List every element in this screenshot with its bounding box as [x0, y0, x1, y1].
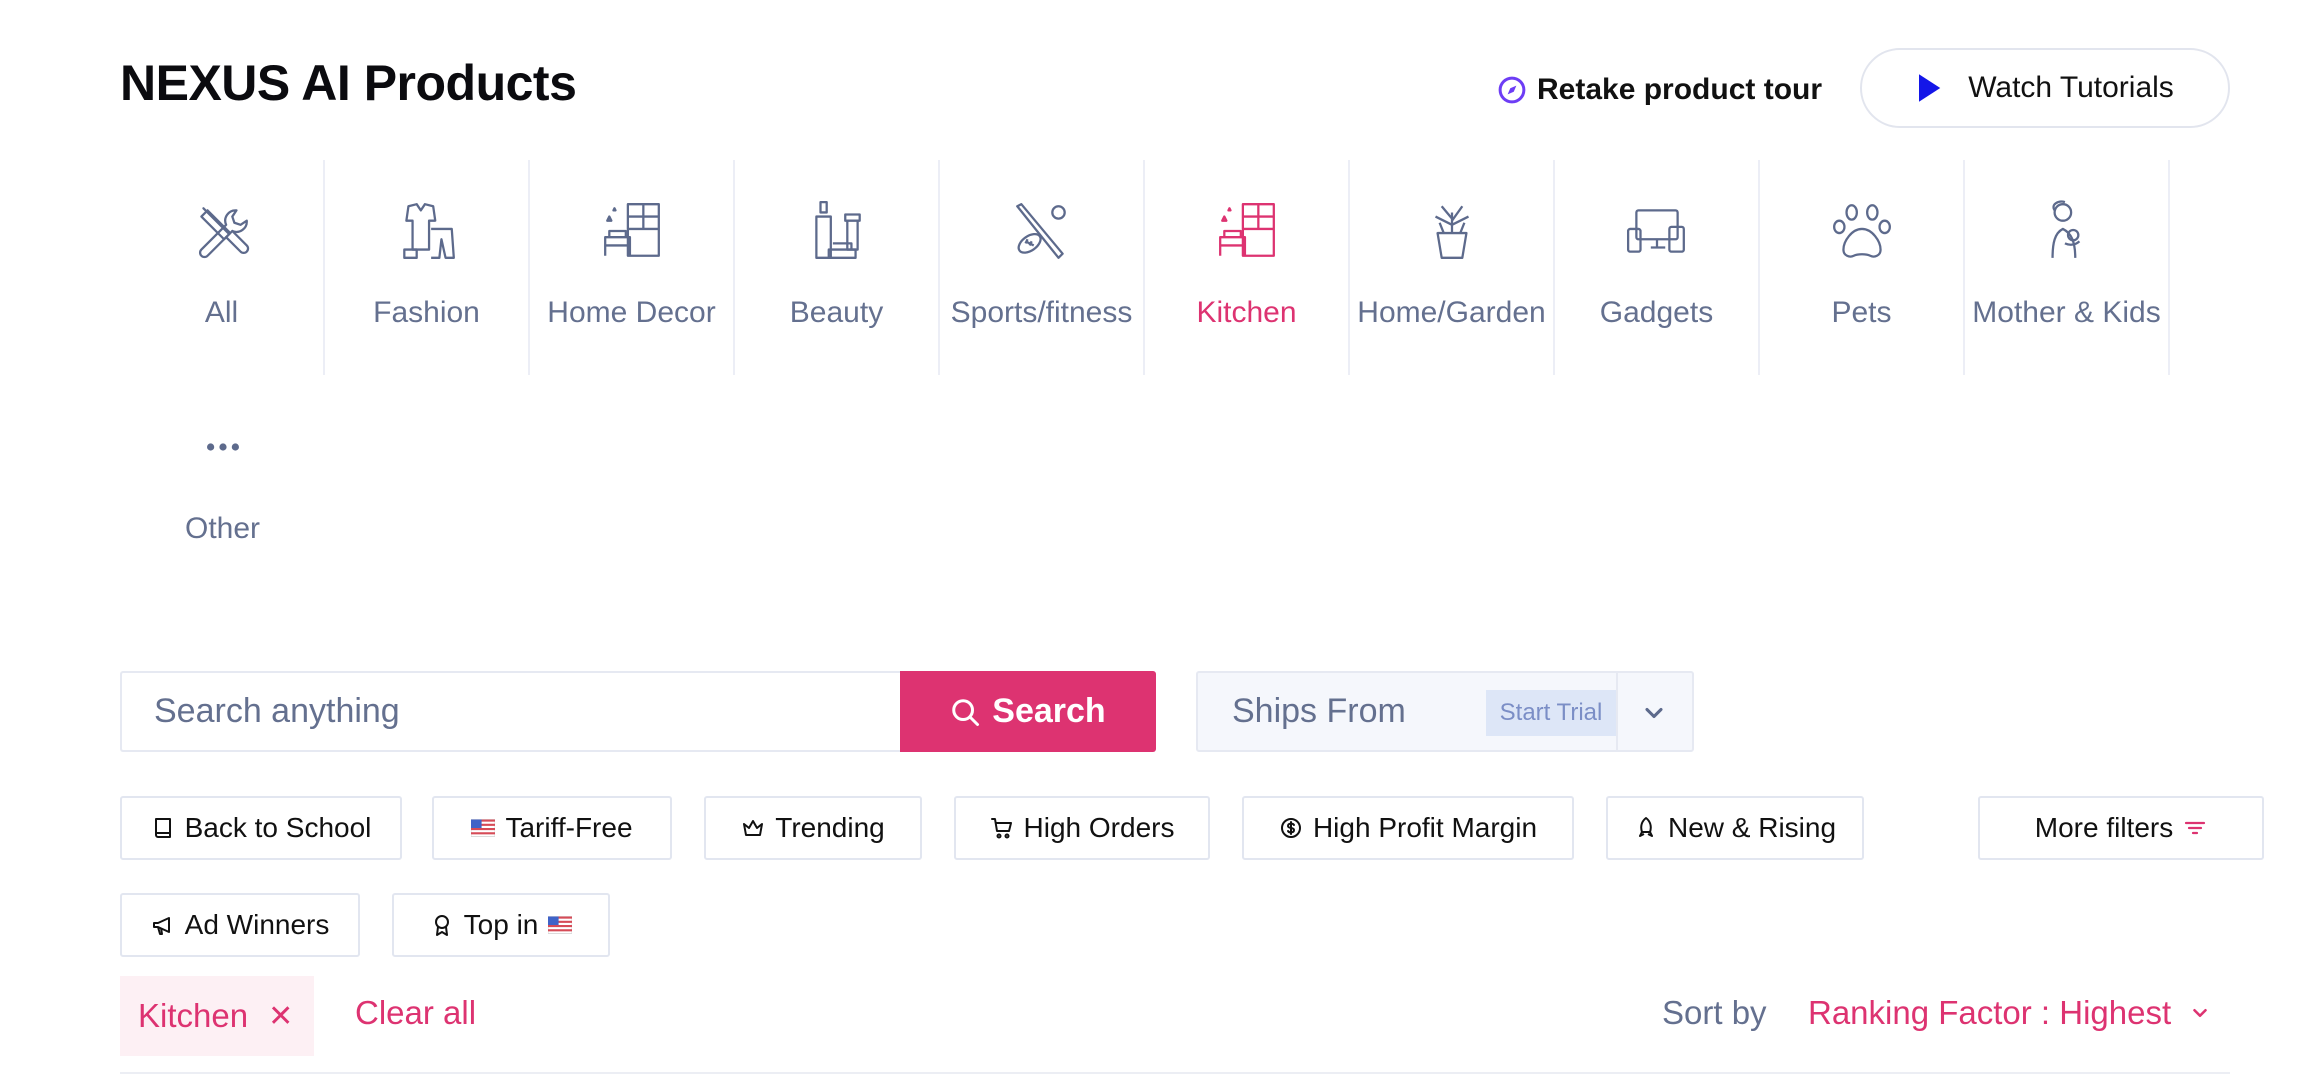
play-icon — [1916, 73, 1942, 103]
category-beauty[interactable]: Beauty — [735, 160, 940, 375]
mother-child-icon — [2034, 198, 2100, 264]
category-all[interactable]: All — [120, 160, 325, 375]
category-label: Gadgets — [1599, 296, 1714, 329]
category-label: Beauty — [789, 296, 884, 329]
award-icon — [430, 913, 454, 937]
ships-from-label: Ships From — [1232, 692, 1406, 730]
search-button[interactable]: Search — [900, 671, 1156, 752]
filter-label: Tariff-Free — [505, 812, 633, 843]
sort-label: Sort by — [1662, 994, 1767, 1031]
category-label: Kitchen — [1196, 296, 1297, 329]
dollar-coin-icon — [1279, 816, 1303, 840]
start-trial-badge[interactable]: Start Trial — [1486, 690, 1616, 736]
paw-icon — [1829, 198, 1895, 264]
sports-icon — [1009, 198, 1075, 264]
filter-high-orders[interactable]: High Orders — [954, 796, 1210, 860]
cosmetics-icon — [804, 198, 870, 264]
filter-ad-winners[interactable]: Ad Winners — [120, 893, 360, 957]
filter-label: High Profit Margin — [1312, 812, 1538, 843]
category-kitchen[interactable]: Kitchen — [1145, 160, 1350, 375]
divider — [120, 1072, 2230, 1074]
filter-top-in[interactable]: Top in — [392, 893, 610, 957]
kitchen-icon — [1214, 198, 1280, 264]
bedroom-icon — [599, 198, 665, 264]
remove-filter-icon[interactable]: ✕ — [268, 999, 293, 1034]
category-home-garden[interactable]: Home/Garden — [1350, 160, 1555, 375]
watch-tutorials-button[interactable]: Watch Tutorials — [1860, 48, 2230, 128]
category-bar: All Fashion Home Decor Beauty Sports/fit… — [120, 160, 2170, 590]
cart-icon — [990, 816, 1014, 840]
filter-label: High Orders — [1023, 812, 1175, 843]
search-button-label: Search — [992, 692, 1106, 730]
filter-label: More filters — [2034, 812, 2174, 843]
filter-label: Trending — [775, 812, 885, 843]
category-other[interactable]: Other — [120, 376, 325, 591]
more-dots-icon — [190, 414, 256, 480]
filter-tariff-free[interactable]: Tariff-Free — [432, 796, 672, 860]
book-icon — [151, 816, 175, 840]
category-gadgets[interactable]: Gadgets — [1555, 160, 1760, 375]
rocket-icon — [1634, 816, 1658, 840]
filter-label: New & Rising — [1667, 812, 1837, 843]
category-label: Fashion — [373, 296, 480, 329]
filter-new-rising[interactable]: New & Rising — [1606, 796, 1864, 860]
category-label: Home Decor — [547, 296, 716, 329]
select-divider — [1616, 673, 1618, 751]
devices-icon — [1624, 198, 1690, 264]
category-label: All — [204, 296, 239, 329]
category-sports-fitness[interactable]: Sports/fitness — [940, 160, 1145, 375]
clothing-icon — [394, 198, 460, 264]
filter-back-to-school[interactable]: Back to School — [120, 796, 402, 860]
category-label: Pets — [1831, 296, 1892, 329]
filter-label: Back to School — [184, 812, 372, 843]
category-pets[interactable]: Pets — [1760, 160, 1965, 375]
sort-value: Ranking Factor : Highest — [1808, 994, 2172, 1031]
chevron-down-icon — [2189, 1002, 2211, 1024]
category-label: Sports/fitness — [950, 296, 1133, 329]
watch-tutorials-label: Watch Tutorials — [1968, 71, 2174, 104]
us-flag-icon — [548, 913, 573, 937]
category-mother-kids[interactable]: Mother & Kids — [1965, 160, 2170, 375]
tools-icon — [189, 198, 255, 264]
compass-icon — [1497, 75, 1527, 105]
us-flag-icon — [471, 816, 496, 840]
category-fashion[interactable]: Fashion — [325, 160, 530, 375]
filter-label: Ad Winners — [184, 909, 330, 940]
category-label: Mother & Kids — [1972, 296, 2161, 329]
category-home-decor[interactable]: Home Decor — [530, 160, 735, 375]
search-input[interactable] — [120, 671, 900, 752]
filter-high-profit-margin[interactable]: High Profit Margin — [1242, 796, 1574, 860]
retake-tour-link[interactable]: Retake product tour — [1497, 70, 1822, 110]
filter-trending[interactable]: Trending — [704, 796, 922, 860]
more-filters-button[interactable]: More filters — [1978, 796, 2264, 860]
sort-dropdown[interactable]: Ranking Factor : Highest — [1808, 994, 2211, 1032]
retake-tour-label: Retake product tour — [1537, 73, 1823, 106]
clear-all-link[interactable]: Clear all — [355, 994, 476, 1032]
plant-icon — [1419, 198, 1485, 264]
ships-from-select[interactable]: Ships From Start Trial — [1196, 671, 1694, 752]
page-title: NEXUS AI Products — [120, 55, 577, 111]
filter-label: Top in — [463, 909, 539, 940]
active-filter-tag: Kitchen ✕ — [120, 976, 314, 1056]
search-bar: Search — [120, 671, 1156, 752]
category-label: Other — [184, 512, 261, 545]
filter-lines-icon — [2183, 816, 2207, 840]
crown-icon — [741, 816, 765, 840]
active-filter-label: Kitchen — [138, 997, 249, 1034]
category-label: Home/Garden — [1357, 296, 1546, 329]
chevron-down-icon — [1640, 699, 1668, 727]
megaphone-icon — [151, 913, 175, 937]
search-icon — [950, 697, 980, 727]
